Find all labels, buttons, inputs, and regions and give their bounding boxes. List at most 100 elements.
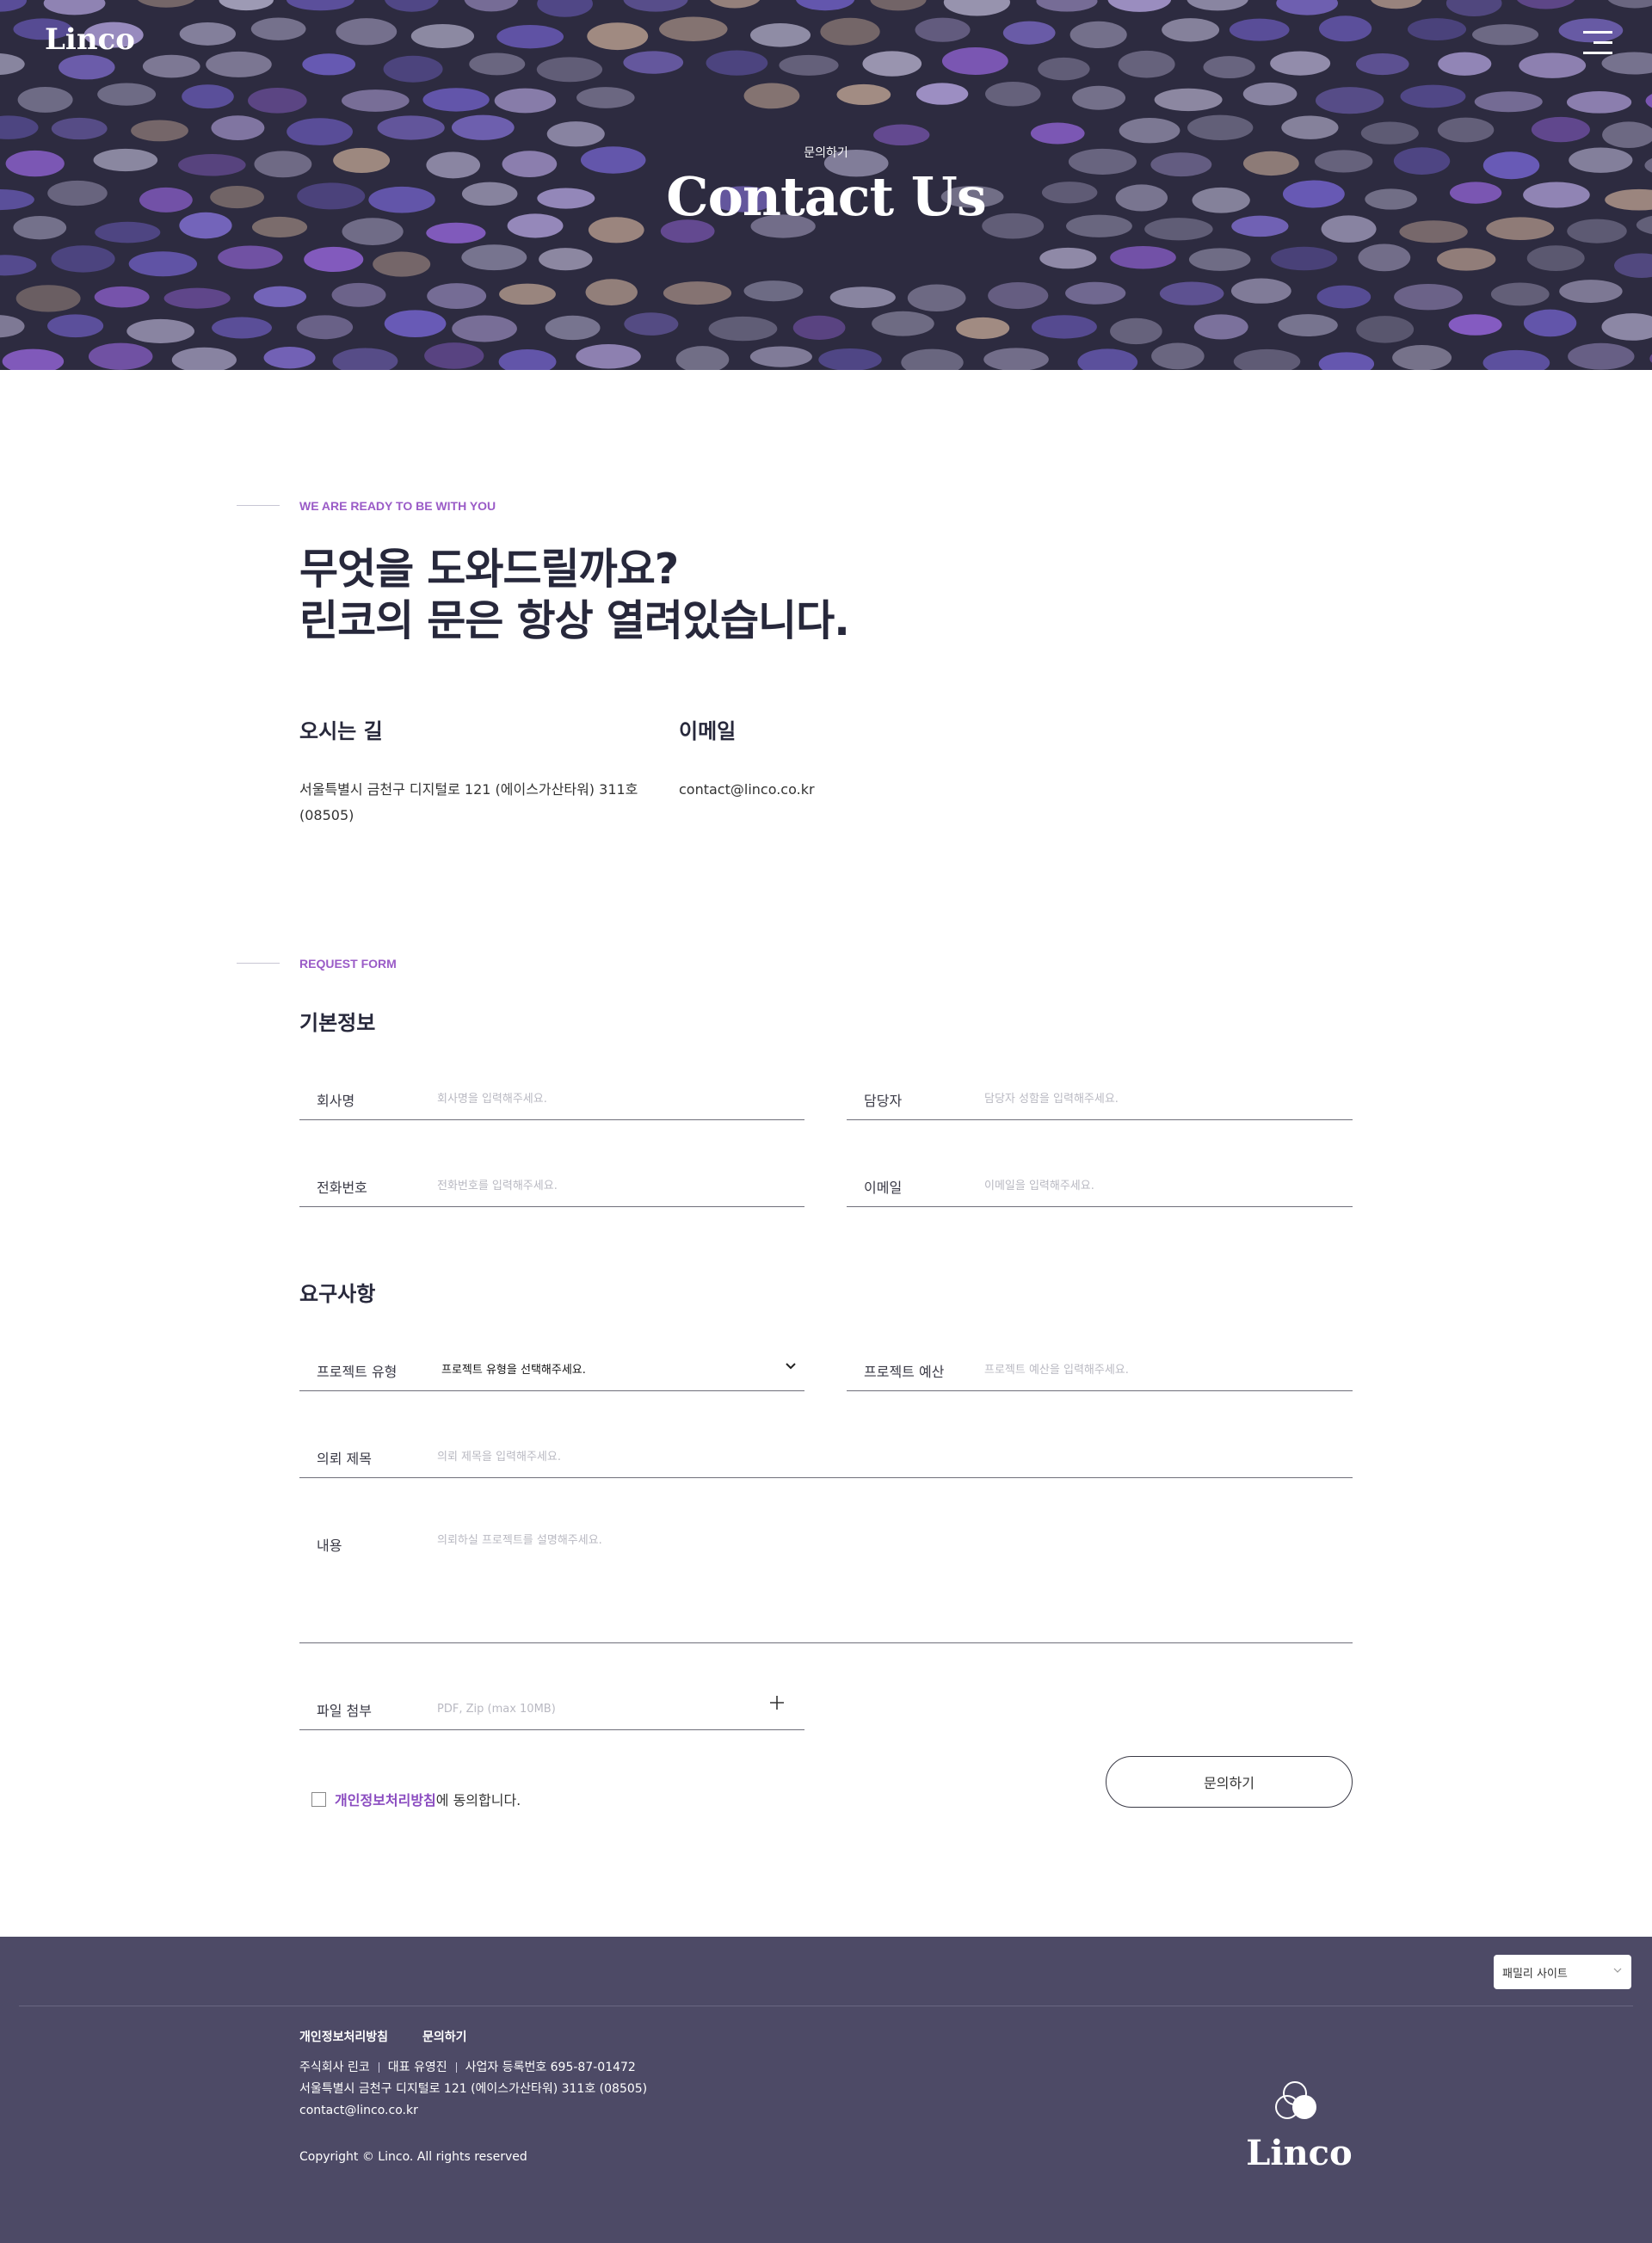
phone-field: 전화번호 [299,1154,804,1207]
hero-dot [829,287,896,308]
footer-link-privacy[interactable]: 개인정보처리방침 [299,2028,388,2045]
footer-email: contact@linco.co.kr [299,2104,418,2117]
hero-dot [499,283,556,305]
budget-label: 프로젝트 예산 [864,1364,945,1380]
hero-dot [163,287,231,309]
hero-dot [743,83,800,109]
hero-dot [94,286,150,308]
address-line-2: (08505) [299,807,354,823]
hero-dot [539,248,593,271]
hero-dot [0,115,39,139]
hero-dot [956,317,1010,339]
hero-dot [901,348,964,370]
hero-dot [142,54,200,78]
subject-input[interactable] [437,1444,1332,1470]
file-label: 파일 첨부 [317,1703,372,1719]
hero-dot [336,18,398,46]
hero-dot [1162,18,1220,42]
hero-dot [0,255,37,276]
phone-label: 전화번호 [317,1180,367,1196]
hero-dot [384,310,447,338]
requirements-title: 요구사항 [299,1282,376,1306]
location-address: 서울특별시 금천구 디지털로 121 (에이스가산타워) 311호 (08505… [299,777,644,829]
hero-dot [659,16,728,41]
site-footer: 패밀리 사이트 개인정보처리방침 문의하기 주식회사 린코 대표 유영진 사업자 등… [0,1937,1652,2243]
hero-dot [749,346,812,367]
hero-dot [585,279,638,305]
hero-dot [1187,114,1254,141]
form-eyebrow: REQUEST FORM [299,957,397,971]
hero-dot [1394,283,1463,311]
privacy-checkbox[interactable] [311,1791,326,1807]
hero-dot [494,88,557,114]
hero-dot [708,316,778,342]
budget-field: 프로젝트 예산 [847,1338,1353,1391]
hero-dot [1031,315,1097,339]
footer-address: 서울특별시 금천구 디지털로 121 (에이스가산타워) 311호 (08505… [299,2082,648,2096]
manager-field: 담당자 [847,1067,1353,1120]
hero-dot [126,318,194,343]
hero-dot [536,57,603,83]
hero-dot [1407,18,1467,40]
hero-dot [1517,0,1575,9]
hero-dot [1278,314,1338,337]
project-type-label: 프로젝트 유형 [317,1364,398,1380]
email-address[interactable]: contact@linco.co.kr [679,777,1023,803]
hero-dot [983,348,1049,370]
hero-dot [1438,52,1492,76]
hero-dot [1559,280,1623,303]
hero-dot [941,47,1008,76]
hero-dot [1107,0,1172,12]
hero-dot [212,317,272,339]
hero-dot [1519,52,1587,78]
footer-link-contact[interactable]: 문의하기 [422,2028,467,2045]
hero-dot [1242,82,1298,106]
manager-input[interactable] [984,1086,1328,1112]
privacy-policy-link[interactable]: 개인정보처리방침 [335,1789,436,1809]
hero-dot [792,315,846,340]
hero-dot [779,54,839,76]
hero-dot [131,120,188,142]
project-type-select[interactable]: 프로젝트 유형을 선택해주세요. [441,1360,586,1377]
content-textarea[interactable] [437,1531,1332,1634]
company-input[interactable] [437,1086,781,1112]
hero-dot [286,0,354,11]
phone-input[interactable] [437,1173,781,1199]
hero-dot [498,349,557,370]
hero-dot [623,0,688,12]
budget-input[interactable] [984,1357,1328,1383]
hero-dot [663,281,732,305]
file-input[interactable] [437,1696,747,1722]
site-logo[interactable]: Linco [45,22,135,57]
hero-dot [219,0,274,11]
hero-dot [1110,317,1162,345]
hero-dot [1193,314,1248,340]
eyebrow-divider [237,505,280,506]
hero-dot [59,54,115,80]
hamburger-menu-icon[interactable] [1583,31,1612,57]
hero-dot [1523,309,1577,337]
email-label: 이메일 [864,1180,903,1196]
chevron-down-icon[interactable] [782,1357,799,1374]
hero-dot [1356,316,1415,343]
copyright: Copyright © Linco. All rights reserved [299,2150,527,2164]
hero-dot [179,22,237,46]
hero-dot [422,88,490,112]
hero-dot [862,51,922,77]
hero-dot [709,0,761,9]
plus-icon[interactable] [767,1692,787,1713]
file-field: 파일 첨부 [299,1677,804,1730]
family-site-select[interactable]: 패밀리 사이트 [1494,1955,1631,1989]
hero-dot [211,115,265,140]
content-field: 내용 [299,1512,1353,1643]
hero-dot [0,0,27,12]
hero-dot [1151,342,1205,370]
submit-button[interactable]: 문의하기 [1106,1756,1353,1808]
footer-logo[interactable]: Linco [1230,2133,1368,2173]
hero-dot [1355,52,1409,76]
email-input[interactable] [984,1173,1328,1199]
hero-dot [373,251,431,277]
hero-dot [1077,348,1138,370]
hero-dot [576,87,635,108]
company-label: 회사명 [317,1093,355,1109]
